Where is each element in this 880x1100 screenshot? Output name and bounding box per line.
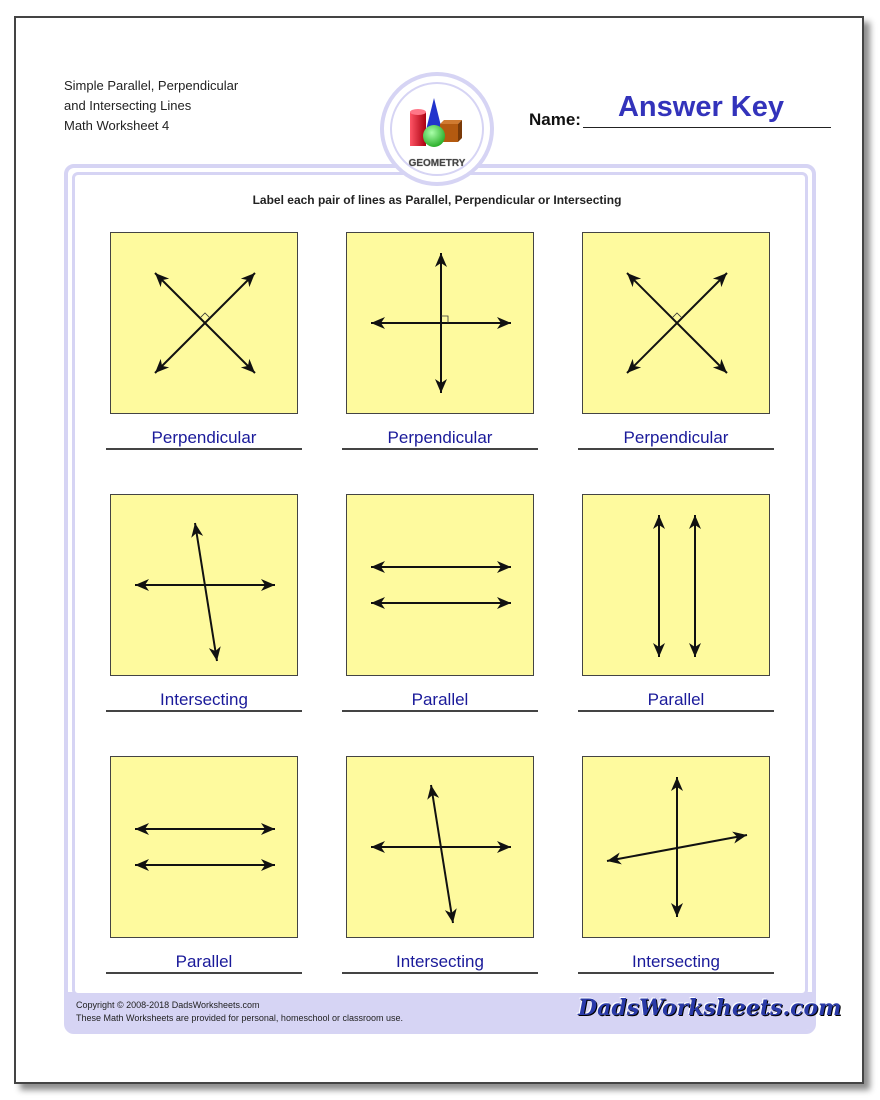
problem-1: Perpendicular bbox=[106, 232, 302, 464]
answer-underline bbox=[342, 448, 538, 450]
name-underline bbox=[583, 127, 831, 128]
problem-2: Perpendicular bbox=[342, 232, 538, 464]
worksheet-title: Simple Parallel, Perpendicular and Inter… bbox=[64, 76, 238, 136]
line-a bbox=[371, 561, 511, 573]
answer-underline bbox=[578, 710, 774, 712]
figure-box bbox=[110, 756, 298, 938]
name-label: Name: bbox=[529, 110, 581, 129]
instructions: Label each pair of lines as Parallel, Pe… bbox=[252, 193, 622, 207]
answer-label: Intersecting bbox=[396, 952, 484, 971]
answer-underline bbox=[106, 710, 302, 712]
title-line-1: Simple Parallel, Perpendicular bbox=[64, 78, 239, 93]
figure-box bbox=[582, 756, 770, 938]
problem-9: Intersecting bbox=[578, 756, 774, 988]
lines-figure-vertical-parallel bbox=[653, 515, 701, 657]
problem-4: Intersecting bbox=[106, 494, 302, 726]
figure-box bbox=[346, 232, 534, 414]
problem-3: Perpendicular bbox=[578, 232, 774, 464]
lines-figure-plus-perpendicular bbox=[371, 253, 511, 393]
answer-underline bbox=[342, 710, 538, 712]
lines-figure-x-perpendicular bbox=[626, 272, 728, 374]
answer-label: Parallel bbox=[175, 952, 233, 971]
title-line-3: Math Worksheet 4 bbox=[64, 118, 170, 133]
figure-box bbox=[346, 756, 534, 938]
answer-underline bbox=[106, 448, 302, 450]
lines-figure-vertical-sloped-intersecting bbox=[606, 777, 748, 917]
name-field-value: Answer Key bbox=[617, 91, 784, 123]
lines-figure-horizontal-parallel bbox=[371, 561, 511, 609]
logo-text: GEOMETRY bbox=[408, 158, 466, 169]
lines-figure-horizontal-parallel bbox=[135, 823, 275, 871]
right-angle-marker bbox=[671, 312, 683, 319]
line-a bbox=[427, 784, 457, 924]
problem-6: Parallel bbox=[578, 494, 774, 726]
answer-label: Parallel bbox=[647, 690, 705, 709]
line-a bbox=[135, 823, 275, 835]
lines-figure-tilted-intersecting bbox=[135, 522, 275, 662]
line-b bbox=[371, 597, 511, 609]
line-a bbox=[653, 515, 665, 657]
problem-7: Parallel bbox=[106, 756, 302, 988]
title-line-2: and Intersecting Lines bbox=[64, 98, 192, 113]
geometry-logo: GEOMETRY bbox=[380, 72, 494, 186]
answer-underline bbox=[578, 972, 774, 974]
lines-figure-tilted-intersecting bbox=[371, 784, 511, 924]
line-b bbox=[135, 859, 275, 871]
problem-8: Intersecting bbox=[342, 756, 538, 988]
answer-underline bbox=[578, 448, 774, 450]
figure-box bbox=[582, 232, 770, 414]
line-b bbox=[689, 515, 701, 657]
footer-text: Copyright © 2008-2018 DadsWorksheets.com… bbox=[76, 999, 403, 1025]
answer-label: Perpendicular bbox=[623, 428, 729, 447]
figure-box bbox=[110, 232, 298, 414]
answer-label: Perpendicular bbox=[151, 428, 257, 447]
answer-underline bbox=[342, 972, 538, 974]
figure-box bbox=[346, 494, 534, 676]
usage-text: These Math Worksheets are provided for p… bbox=[76, 1013, 403, 1023]
answer-label: Parallel bbox=[411, 690, 469, 709]
figure-box bbox=[582, 494, 770, 676]
figure-box bbox=[110, 494, 298, 676]
problem-5: Parallel bbox=[342, 494, 538, 726]
brand-logo: DadsWorksheets.com bbox=[578, 995, 842, 1021]
answer-underline bbox=[106, 972, 302, 974]
right-angle-marker bbox=[441, 315, 449, 323]
answer-label: Perpendicular bbox=[387, 428, 493, 447]
right-angle-marker bbox=[199, 312, 211, 319]
lines-figure-x-perpendicular bbox=[154, 272, 256, 374]
copyright-text: Copyright © 2008-2018 DadsWorksheets.com bbox=[76, 1000, 260, 1010]
answer-label: Intersecting bbox=[632, 952, 720, 971]
answer-label: Intersecting bbox=[160, 690, 248, 709]
line-a bbox=[191, 522, 221, 662]
